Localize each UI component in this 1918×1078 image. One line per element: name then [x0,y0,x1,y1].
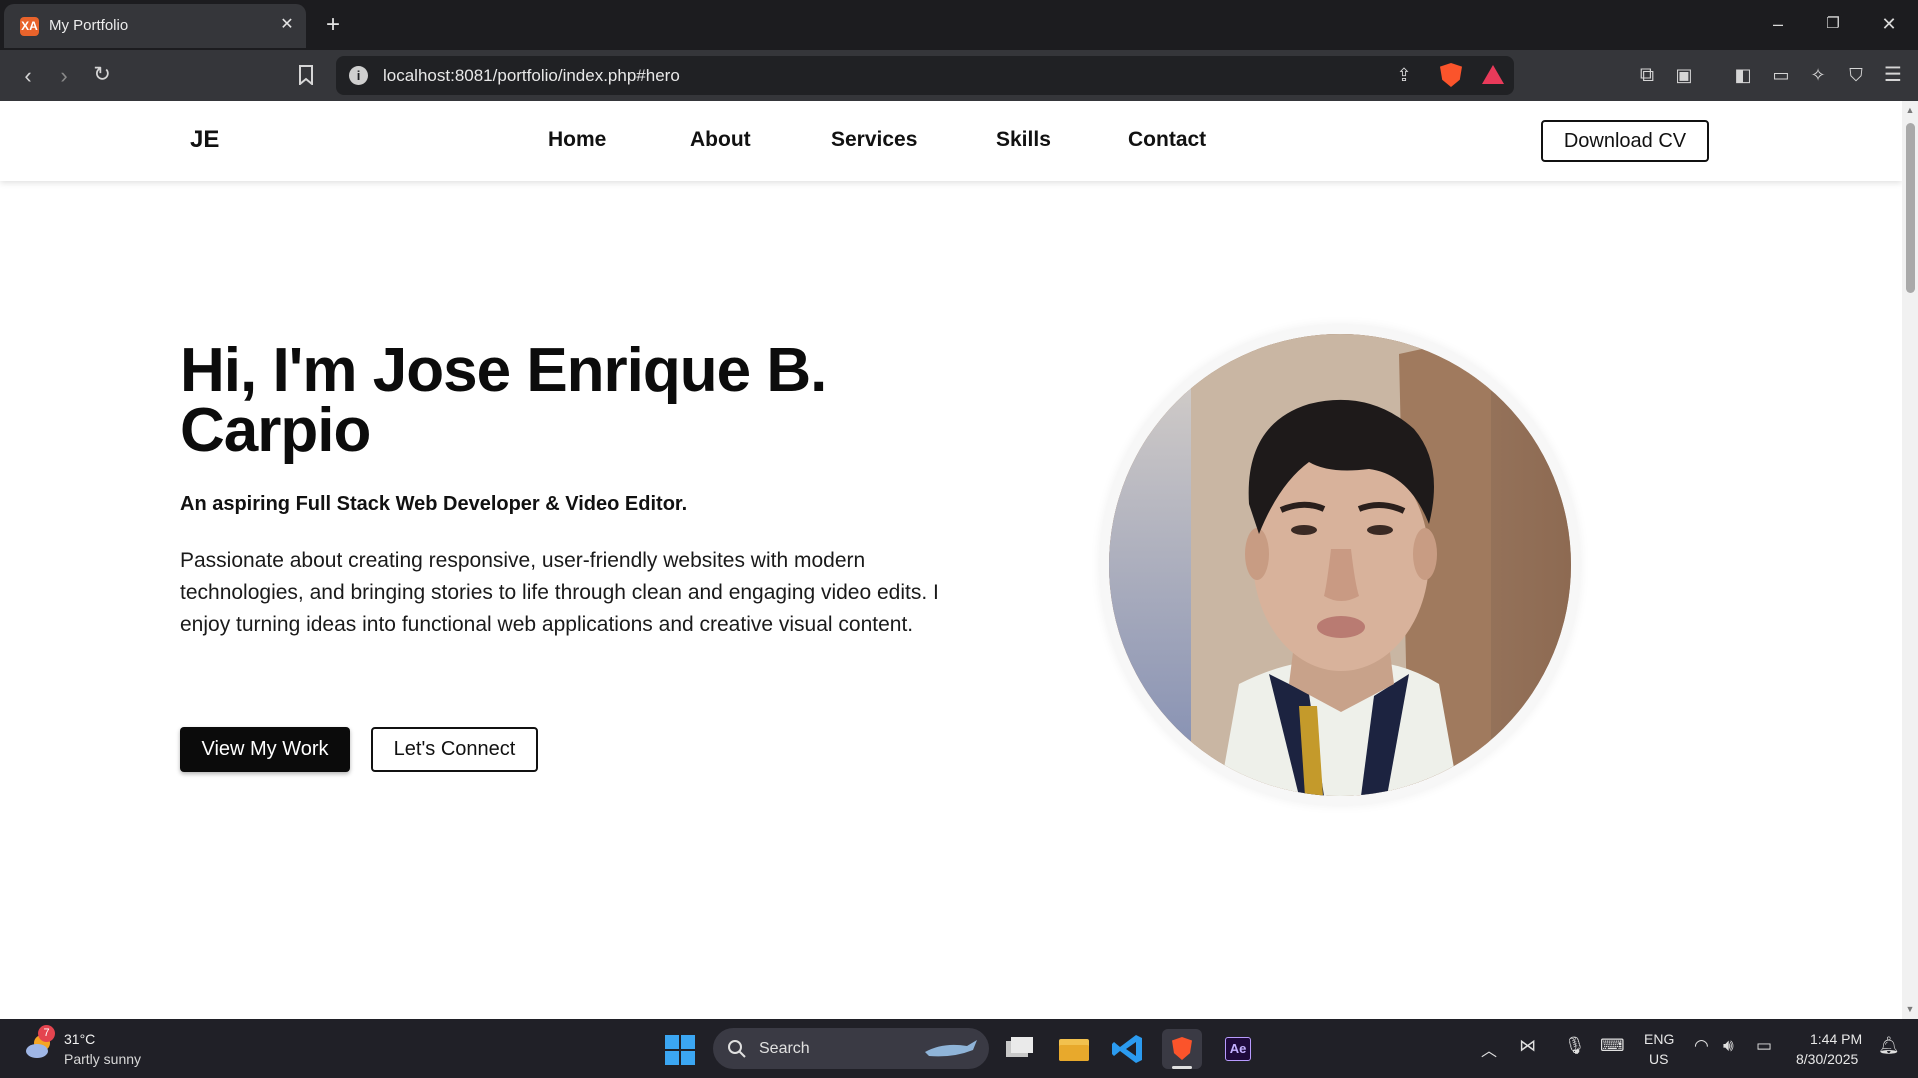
minimize-icon[interactable]: – [1758,8,1798,40]
messenger-tray-icon[interactable]: ⋈ [1519,1036,1536,1056]
windows-start-icon[interactable] [665,1035,695,1065]
tab-my-portfolio[interactable]: XA My Portfolio ✕ [4,4,306,48]
taskbar-search-box[interactable]: Search [713,1028,989,1069]
nav-skills[interactable]: Skills [996,128,1051,152]
weather-badge: 7 [38,1025,55,1042]
back-icon[interactable]: ‹ [12,60,44,92]
extensions-icon[interactable]: ⧉ [1631,59,1663,91]
site-logo[interactable]: JE [190,126,219,154]
close-tab-icon[interactable]: ✕ [276,14,298,36]
taskbar-search-label: Search [759,1040,810,1057]
weather-description: Partly sunny [64,1051,142,1067]
wallet-icon[interactable]: ▭ [1765,59,1797,91]
brave-browser-taskbar-icon[interactable] [1162,1029,1202,1069]
battery-icon[interactable]: ▭ [1756,1036,1772,1056]
share-icon[interactable]: ⇪ [1388,59,1420,91]
url-text[interactable]: localhost:8081/portfolio/index.php#hero [383,66,680,86]
restore-icon[interactable]: ❐ [1813,8,1853,40]
volume-icon[interactable]: 🔊︎ [1723,1036,1734,1056]
profile-photo [1109,334,1571,796]
file-explorer-icon[interactable] [1053,1029,1093,1069]
nav-contact[interactable]: Contact [1128,128,1206,152]
region-indicator[interactable]: US [1649,1051,1668,1067]
profile-photo-frame [1099,324,1581,806]
brave-rewards-icon[interactable] [1482,65,1504,84]
keyboard-icon[interactable]: ⌨ [1600,1036,1625,1056]
bookmark-icon[interactable] [290,59,322,91]
language-indicator[interactable]: ENG [1644,1031,1674,1047]
nav-about[interactable]: About [690,128,751,152]
browser-toolbar: ‹ › ↻ i localhost:8081/portfolio/index.p… [0,50,1918,101]
sidebar-icon[interactable]: ◧ [1727,59,1759,91]
hero-subtitle: An aspiring Full Stack Web Developer & V… [180,493,688,515]
new-tab-icon[interactable]: + [318,10,348,40]
page-scrollbar[interactable]: ▲ ▼ [1902,101,1918,1019]
weather-temperature: 31°C [64,1031,96,1047]
tab-title: My Portfolio [49,17,129,34]
search-highlight-shark-icon [925,1040,977,1057]
show-hidden-icons-icon[interactable]: ︿ [1481,1037,1497,1061]
windows-taskbar: 7 31°C Partly sunny Search Ae ︿ ⋈ 🎙︎ ⌨ E… [0,1019,1918,1078]
brave-shields-icon[interactable] [1440,63,1462,87]
task-view-icon[interactable] [998,1029,1038,1069]
lets-connect-button[interactable]: Let's Connect [371,727,538,772]
site-navbar: JE Home About Services Skills Contact Do… [0,101,1902,181]
browser-tab-bar: XA My Portfolio ✕ + – ❐ ✕ [0,0,1918,50]
wifi-icon[interactable]: ◠ [1694,1036,1709,1056]
vpn-shield-icon[interactable]: ⛉ [1840,59,1872,91]
site-info-icon[interactable]: i [349,66,368,85]
vscode-icon[interactable] [1108,1029,1148,1069]
close-window-icon[interactable]: ✕ [1869,8,1909,40]
page-viewport: JE Home About Services Skills Contact Do… [0,101,1902,1019]
nav-home[interactable]: Home [548,128,606,152]
scroll-thumb[interactable] [1906,123,1915,293]
reload-icon[interactable]: ↻ [86,59,118,91]
address-bar[interactable]: i localhost:8081/portfolio/index.php#her… [336,56,1514,95]
menu-icon[interactable]: ☰ [1877,59,1909,91]
view-my-work-button[interactable]: View My Work [180,727,350,772]
notification-bell-icon[interactable]: 🔔︎ [1878,1036,1900,1056]
after-effects-icon[interactable]: Ae [1218,1029,1258,1069]
hero-title: Hi, I'm Jose Enrique B. Carpio [180,336,827,465]
leo-ai-icon[interactable]: ✧ [1802,59,1834,91]
microphone-icon[interactable]: 🎙︎ [1564,1036,1586,1056]
xampp-favicon-icon: XA [20,17,39,36]
download-cv-button[interactable]: Download CV [1541,120,1709,162]
reader-mode-icon[interactable]: ▣ [1668,59,1700,91]
clock-date[interactable]: 8/30/2025 [1796,1051,1858,1067]
forward-icon[interactable]: › [48,60,80,92]
scroll-up-icon[interactable]: ▲ [1905,105,1915,115]
scroll-down-icon[interactable]: ▼ [1905,1004,1915,1014]
hero-description: Passionate about creating responsive, us… [180,549,939,636]
search-icon [728,1040,746,1058]
nav-services[interactable]: Services [831,128,917,152]
clock-time[interactable]: 1:44 PM [1810,1031,1862,1047]
